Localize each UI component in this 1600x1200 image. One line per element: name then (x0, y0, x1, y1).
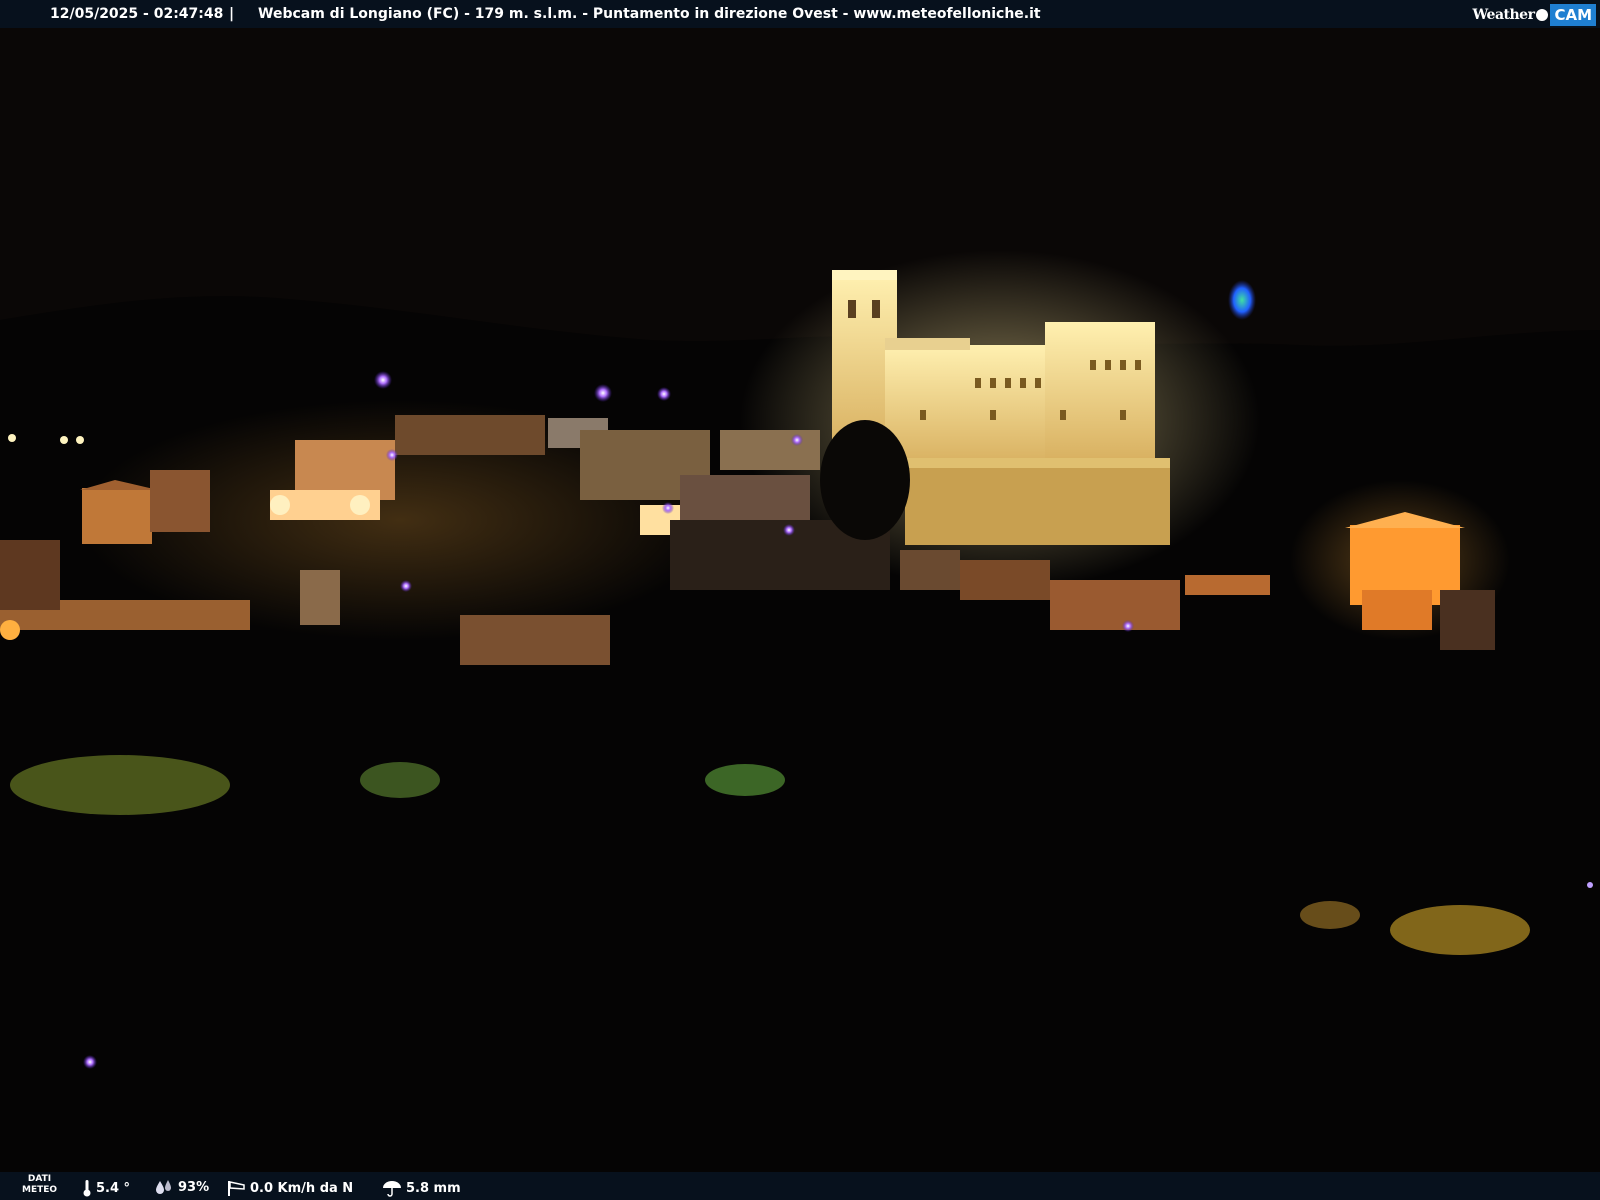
humidity-drops-icon (156, 1180, 171, 1194)
humidity-reading: 93% (154, 1179, 209, 1195)
temperature-reading: 5.4 ° (82, 1179, 130, 1197)
dati-meteo-label: DATI METEO (22, 1174, 58, 1195)
castle-bastion (905, 465, 1170, 545)
header-separator: | (229, 6, 235, 22)
weather-data-bar: DATI METEO 5.4 ° 93% 0.0 Km/h da N 5.8 m… (0, 1172, 1600, 1200)
rain-value: 5.8 mm (406, 1180, 461, 1196)
temperature-value: 5.4 ° (96, 1180, 131, 1196)
umbrella-icon (383, 1181, 401, 1197)
rain-reading: 5.8 mm (382, 1179, 461, 1197)
webcam-caption: Webcam di Longiano (FC) - 179 m. s.l.m. … (258, 6, 1041, 22)
humidity-value: 93% (178, 1179, 210, 1195)
logo-badge: CAM (1550, 4, 1596, 26)
green-blue-light (1228, 280, 1256, 320)
logo-word: Weather (1472, 7, 1535, 23)
wind-value: 0.0 Km/h da N (250, 1180, 354, 1196)
thermometer-icon (83, 1180, 91, 1197)
weathercam-logo: Weather CAM (1472, 4, 1596, 26)
wind-sock-icon (228, 1181, 245, 1196)
header-bar: 12/05/2025 - 02:47:48 | Webcam di Longia… (0, 0, 1600, 28)
logo-dot-icon (1536, 9, 1549, 21)
night-webcam-scene (0, 0, 1600, 1200)
wind-reading: 0.0 Km/h da N (226, 1179, 353, 1197)
timestamp: 12/05/2025 - 02:47:48 (50, 6, 224, 22)
